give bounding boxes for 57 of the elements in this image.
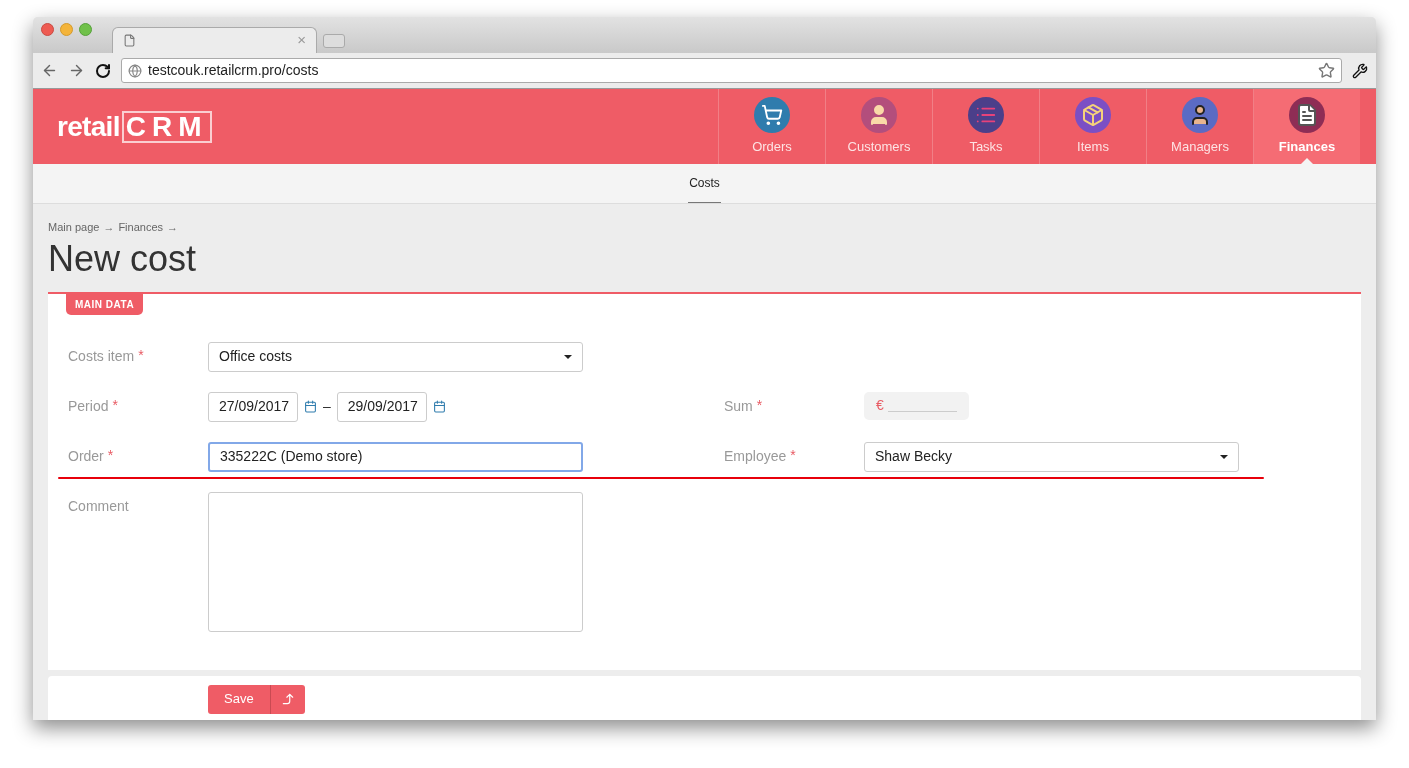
caret-icon	[564, 354, 572, 359]
nav-tab[interactable]: Orders	[718, 89, 825, 164]
select-field[interactable]: Shaw Becky	[864, 441, 1239, 472]
select-field[interactable]: Office costs	[208, 341, 583, 372]
arrow-icon	[280, 692, 295, 706]
nav-tab[interactable]: Items	[1039, 89, 1146, 164]
currency-symbol: €	[876, 396, 884, 415]
subnav-tab[interactable]: Costs	[688, 164, 721, 203]
list-icon	[968, 96, 1004, 133]
breadcrumb-link[interactable]: Main page	[48, 219, 100, 236]
calendar-icon[interactable]	[432, 400, 446, 413]
nav-tab[interactable]: Finances	[1253, 89, 1360, 164]
save-button[interactable]: Save	[208, 684, 270, 714]
sum-field[interactable]: €	[864, 391, 969, 420]
required-mark: *	[107, 445, 114, 464]
breadcrumb-separator: →	[103, 220, 115, 235]
page-title: New cost	[48, 237, 198, 280]
browser-tab[interactable]: ×	[112, 27, 317, 53]
field-label: Order	[68, 446, 104, 466]
back-icon[interactable]	[41, 62, 58, 79]
close-window-icon[interactable]	[41, 23, 54, 36]
person-avatar-icon	[861, 96, 897, 133]
nav-tab[interactable]: Customers	[825, 89, 932, 164]
forward-icon[interactable]	[68, 62, 85, 79]
field-label: Comment	[68, 496, 129, 516]
required-mark: *	[112, 395, 118, 414]
reload-icon[interactable]	[95, 62, 111, 79]
url-text: testcouk.retailcrm.pro/costs	[148, 61, 320, 80]
required-mark: *	[790, 445, 796, 464]
page-icon	[123, 34, 136, 47]
required-mark: *	[756, 395, 763, 414]
globe-icon	[128, 63, 142, 78]
tab-close-button[interactable]: ×	[297, 29, 306, 52]
box-icon	[1075, 96, 1111, 133]
field-label: Employee	[724, 446, 787, 466]
breadcrumb-link[interactable]: Finances	[118, 219, 163, 236]
field-label: Period	[68, 396, 109, 416]
person-avatar-icon	[1182, 96, 1218, 133]
bookmark-star-icon[interactable]	[1318, 62, 1335, 79]
cart-icon	[754, 96, 790, 133]
calendar-icon[interactable]	[304, 400, 317, 413]
address-bar[interactable]: testcouk.retailcrm.pro/costs	[121, 58, 1342, 83]
date-field[interactable]: 29/09/2017	[336, 391, 427, 422]
section-tag: MAIN DATA	[66, 293, 144, 315]
range-dash: –	[323, 397, 331, 416]
required-mark: *	[138, 345, 144, 364]
logo[interactable]: retail CRM	[33, 89, 212, 164]
date-field[interactable]: 27/09/2017	[208, 391, 298, 422]
order-input-field[interactable]: 335222C (Demo store)	[208, 441, 583, 472]
breadcrumb-separator: →	[167, 220, 178, 235]
field-label: Costs item	[68, 346, 135, 366]
nav-tab[interactable]: Tasks	[932, 89, 1039, 164]
field-label: Sum	[724, 396, 753, 416]
caret-icon	[1220, 454, 1228, 459]
save-and-exit-button[interactable]	[269, 684, 305, 714]
document-icon	[1289, 96, 1325, 133]
settings-icon[interactable]	[1352, 62, 1368, 79]
